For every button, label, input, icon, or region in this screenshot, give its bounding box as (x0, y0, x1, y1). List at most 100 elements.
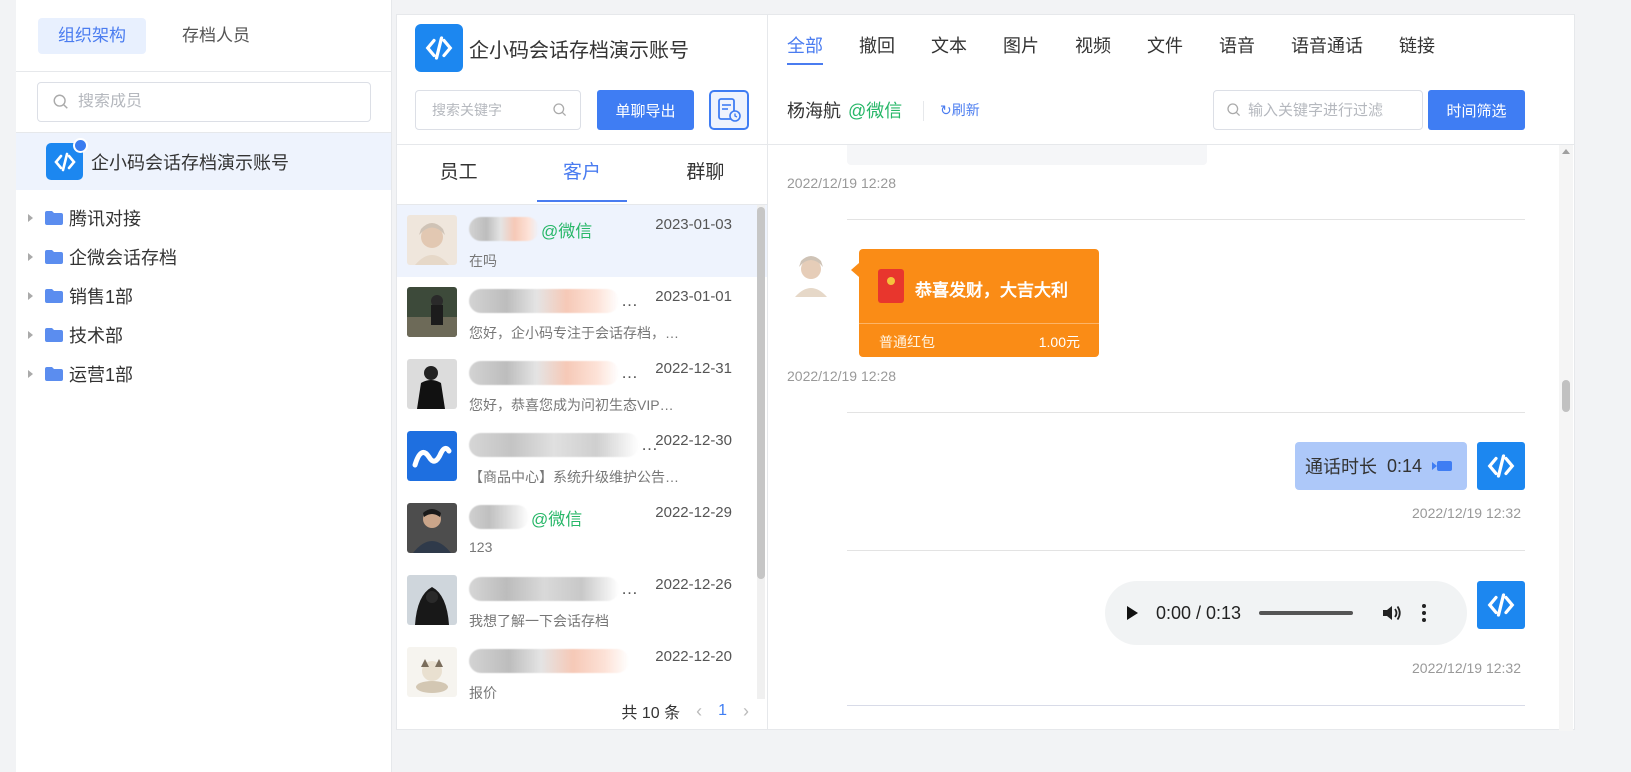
tab-label: 群聊 (686, 162, 725, 183)
ellipsis: … (621, 579, 638, 598)
divider (923, 101, 924, 121)
list-item[interactable]: … 2023-01-01 您好，企小码专注于会话存档，… (397, 277, 767, 349)
scrollbar-thumb[interactable] (1562, 380, 1570, 412)
tab-voice-call[interactable]: 语音通话 (1291, 15, 1363, 75)
tree-item-dept[interactable]: 企微会话存档 (16, 237, 391, 276)
org-panel: 组织架构 存档人员 企小码会话存档演示账号 腾讯对接 企微会话存档 销售1部 技… (16, 0, 392, 772)
play-icon[interactable] (1127, 606, 1138, 620)
audio-progress-bar[interactable] (1259, 611, 1354, 615)
conversation-date: 2022-12-30 (655, 432, 732, 449)
tab-images[interactable]: 图片 (1003, 15, 1039, 75)
keyword-filter-box[interactable] (1213, 90, 1423, 130)
tree-item-dept[interactable]: 销售1部 (16, 276, 391, 315)
message-timestamp: 2022/12/19 12:28 (787, 368, 896, 384)
divider (859, 323, 1099, 324)
list-item[interactable]: … 2022-12-26 我想了解一下会话存档 (397, 565, 767, 637)
app-logo (415, 24, 463, 72)
list-item[interactable]: @微信 2022-12-29 123 (397, 493, 767, 565)
voice-call-message[interactable]: 通话时长 0:14 (1295, 442, 1467, 490)
blurred-contact-name (469, 433, 639, 457)
org-account-node[interactable]: 企小码会话存档演示账号 (16, 133, 391, 190)
keyword-search-box[interactable] (415, 90, 581, 130)
message-timestamp: 2022/12/19 12:32 (1412, 660, 1521, 676)
tree-item-label: 销售1部 (69, 286, 134, 307)
export-history-button[interactable] (709, 90, 749, 130)
tab-staff[interactable]: 员工 (397, 145, 520, 204)
folder-icon (45, 327, 63, 342)
caret-right-icon[interactable] (28, 369, 33, 378)
pagination: 共 10 条 ‹ 1 › (397, 693, 767, 729)
list-item[interactable]: … 2022-12-31 您好，恭喜您成为问初生态VIP… (397, 349, 767, 421)
conversation-list-scrollbar[interactable] (757, 205, 765, 699)
member-search-box[interactable] (37, 82, 371, 122)
avatar (1477, 442, 1525, 490)
tab-label: 客户 (536, 146, 627, 202)
avatar (407, 647, 457, 697)
scrollbar-thumb[interactable] (757, 207, 765, 579)
avatar (407, 287, 457, 337)
tab-org-structure[interactable]: 组织架构 (38, 17, 146, 54)
code-logo-icon (425, 36, 453, 60)
refresh-button[interactable]: ↻刷新 (940, 100, 980, 120)
conversation-preview: 您好，恭喜您成为问初生态VIP… (469, 397, 674, 413)
tab-files[interactable]: 文件 (1147, 15, 1183, 75)
export-single-chat-button[interactable]: 单聊导出 (597, 90, 694, 130)
caret-right-icon[interactable] (28, 252, 33, 261)
chat-panel: 全部 撤回 文本 图片 视频 文件 语音 语音通话 链接 杨海航 @微信 ↻刷新… (768, 14, 1575, 731)
conversation-preview: 123 (469, 539, 493, 555)
caret-right-icon[interactable] (28, 213, 33, 222)
avatar (407, 503, 457, 553)
org-account-name: 企小码会话存档演示账号 (91, 152, 289, 173)
tree-item-dept[interactable]: 腾讯对接 (16, 198, 391, 237)
chevron-left-icon[interactable]: ‹ (696, 701, 702, 722)
keyword-filter-input[interactable] (1248, 101, 1418, 119)
tab-text[interactable]: 文本 (931, 15, 967, 75)
blurred-contact-name (469, 577, 619, 601)
member-search-input[interactable] (78, 93, 338, 111)
red-packet-title: 恭喜发财，大吉大利 (915, 281, 1068, 300)
message-type-tabs: 全部 撤回 文本 图片 视频 文件 语音 语音通话 链接 (768, 15, 1574, 75)
pagination-current-page[interactable]: 1 (718, 702, 727, 720)
tab-recalled[interactable]: 撤回 (859, 15, 895, 75)
avatar (407, 215, 457, 265)
message-card-partial (847, 145, 1207, 165)
more-options-icon[interactable] (1421, 604, 1427, 622)
search-icon (53, 94, 68, 109)
keyword-search-input[interactable] (432, 102, 552, 118)
search-icon[interactable] (552, 102, 568, 118)
scroll-up-arrow-icon[interactable] (1562, 149, 1570, 154)
tab-videos[interactable]: 视频 (1075, 15, 1111, 75)
message-divider (847, 550, 1525, 551)
caret-right-icon[interactable] (28, 291, 33, 300)
tab-all[interactable]: 全部 (787, 15, 823, 75)
blurred-contact-name (469, 649, 629, 673)
red-packet-message[interactable]: 恭喜发财，大吉大利 普通红包 1.00元 (851, 249, 1099, 357)
time-filter-button[interactable]: 时间筛选 (1428, 90, 1525, 130)
wechat-tag: @微信 (531, 509, 583, 529)
tree-item-label: 运营1部 (69, 364, 134, 385)
volume-icon[interactable] (1381, 603, 1403, 623)
tree-item-dept[interactable]: 运营1部 (16, 354, 391, 393)
tab-archive-members[interactable]: 存档人员 (162, 18, 270, 54)
tab-voice[interactable]: 语音 (1219, 15, 1255, 75)
account-title-text: 企小码会话存档演示账号 (469, 39, 689, 62)
caret-right-icon[interactable] (28, 330, 33, 339)
tab-groups[interactable]: 群聊 (644, 145, 767, 204)
message-timestamp: 2022/12/19 12:32 (1412, 505, 1521, 521)
peer-name-text: 杨海航 (787, 101, 841, 121)
list-item[interactable]: 2022-12-20 报价 (397, 637, 767, 699)
tab-links[interactable]: 链接 (1399, 15, 1435, 75)
tree-item-dept[interactable]: 技术部 (16, 315, 391, 354)
blurred-contact-name (469, 217, 539, 241)
app-logo (46, 138, 88, 180)
red-envelope-icon (878, 269, 904, 303)
chat-scrollbar[interactable] (1559, 145, 1573, 731)
conversation-preview: 【商品中心】系统升级维护公告… (469, 469, 679, 485)
list-item[interactable]: … 2022-12-30 【商品中心】系统升级维护公告… (397, 421, 767, 493)
tab-customers[interactable]: 客户 (520, 145, 643, 204)
list-item[interactable]: @微信 2023-01-03 在吗 (397, 205, 767, 277)
chevron-right-icon[interactable]: › (743, 701, 749, 722)
blurred-contact-name (469, 505, 529, 529)
conversation-date: 2022-12-26 (655, 576, 732, 593)
tree-item-label: 企微会话存档 (69, 247, 177, 268)
